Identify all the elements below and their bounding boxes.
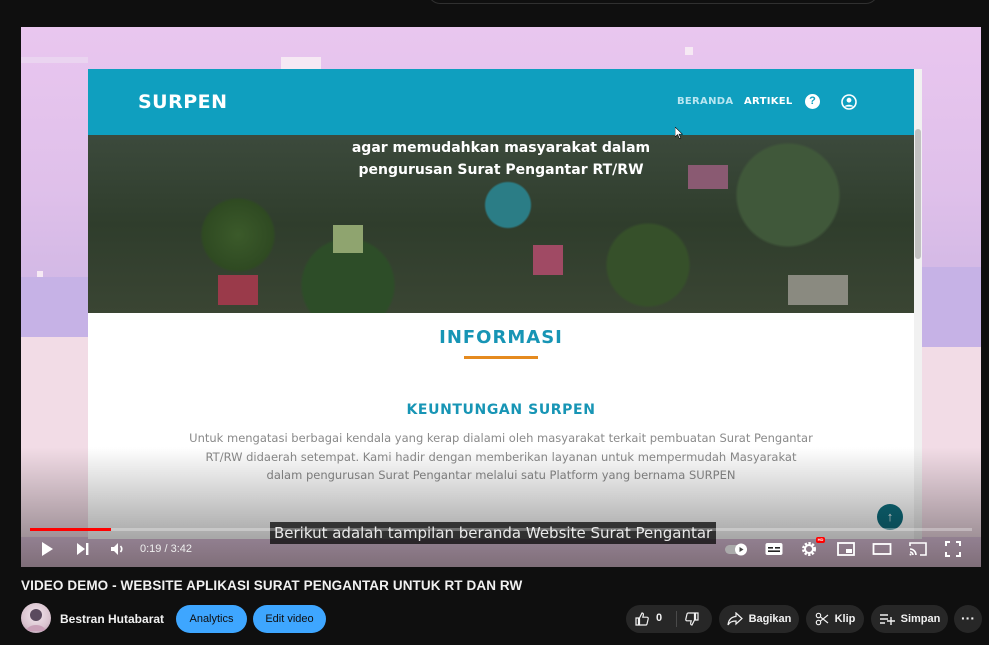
- section-title-underline: [464, 356, 538, 359]
- help-icon: ?: [805, 94, 820, 109]
- scissors-icon: [815, 612, 828, 626]
- share-icon: [726, 612, 743, 626]
- share-label: Bagikan: [748, 613, 792, 625]
- nav-link-artikel: ARTIKEL: [744, 96, 793, 107]
- play-icon: [42, 542, 53, 556]
- time-display: 0:19 / 3:42: [140, 543, 192, 555]
- progress-fill: [30, 528, 111, 531]
- house-roof: [218, 275, 258, 305]
- next-icon: [77, 543, 89, 555]
- autoplay-toggle[interactable]: [724, 540, 750, 558]
- save-label: Simpan: [900, 613, 941, 625]
- house-roof: [788, 275, 848, 305]
- channel-avatar[interactable]: [21, 603, 51, 633]
- cast-button[interactable]: [908, 540, 928, 558]
- more-actions-button[interactable]: ···: [954, 605, 982, 633]
- like-separator: [676, 611, 677, 627]
- house-roof: [333, 225, 363, 253]
- subsection-title: KEUNTUNGAN SURPEN: [406, 402, 596, 418]
- playlist-add-icon: [879, 614, 895, 626]
- website-navbar: SURPEN BERANDA ARTIKEL ?: [88, 69, 914, 139]
- miniplayer-button[interactable]: [836, 540, 856, 558]
- top-bar: [0, 0, 989, 27]
- website-brand: SURPEN: [138, 91, 228, 113]
- like-dislike-group: 0: [626, 605, 712, 633]
- fullscreen-button[interactable]: [944, 540, 964, 558]
- channel-name[interactable]: Bestran Hutabarat: [60, 612, 164, 626]
- video-title: VIDEO DEMO - WEBSITE APLIKASI SURAT PENG…: [21, 578, 523, 593]
- volume-icon: [111, 543, 123, 555]
- mouse-cursor-icon: [675, 127, 683, 139]
- analytics-button[interactable]: Analytics: [176, 605, 247, 633]
- subtitle-caption: Berikut adalah tampilan beranda Website …: [270, 522, 717, 544]
- settings-icon: [802, 542, 816, 556]
- pixel-cloud: [281, 57, 321, 69]
- avatar-image-icon: [26, 609, 46, 631]
- like-button[interactable]: 0: [634, 611, 674, 627]
- pixel-cloud: [21, 277, 88, 337]
- subtitles-button[interactable]: [764, 540, 784, 558]
- video-player[interactable]: agar memudahkan masyarakat dalam penguru…: [21, 27, 981, 567]
- next-button[interactable]: [74, 540, 94, 558]
- subtitles-icon: [765, 543, 783, 555]
- cast-icon: [909, 542, 927, 556]
- theater-icon: [872, 543, 892, 555]
- search-box-edge[interactable]: [428, 0, 878, 4]
- hd-badge: HD: [816, 537, 825, 543]
- nav-link-beranda: BERANDA: [677, 96, 734, 107]
- autoplay-toggle-icon: [725, 543, 747, 556]
- clip-button[interactable]: Klip: [806, 605, 864, 633]
- pixel-cloud: [21, 57, 88, 63]
- like-count: 0: [656, 612, 663, 624]
- share-button[interactable]: Bagikan: [719, 605, 799, 633]
- pixel-cloud: [922, 267, 981, 347]
- volume-button[interactable]: [109, 540, 129, 558]
- website-scroll-thumb: [915, 129, 921, 259]
- thumbs-up-icon: [635, 612, 649, 626]
- fullscreen-icon: [945, 541, 961, 557]
- miniplayer-icon: [837, 542, 855, 556]
- hero-text-line-1: agar memudahkan masyarakat dalam: [351, 140, 651, 156]
- section-title: INFORMASI: [439, 327, 563, 348]
- edit-video-button[interactable]: Edit video: [253, 605, 326, 633]
- dislike-button[interactable]: [684, 611, 700, 627]
- hero-text-line-2: pengurusan Surat Pengantar RT/RW: [358, 162, 644, 178]
- user-icon: [841, 94, 857, 110]
- house-roof: [533, 245, 563, 275]
- save-button[interactable]: Simpan: [871, 605, 948, 633]
- pixel-star: [685, 47, 693, 55]
- hero-banner: agar memudahkan masyarakat dalam penguru…: [88, 135, 914, 313]
- thumbs-down-icon: [685, 612, 699, 626]
- play-button[interactable]: [38, 540, 58, 558]
- progress-bar[interactable]: [30, 528, 972, 531]
- clip-label: Klip: [834, 613, 856, 625]
- theater-button[interactable]: [872, 540, 892, 558]
